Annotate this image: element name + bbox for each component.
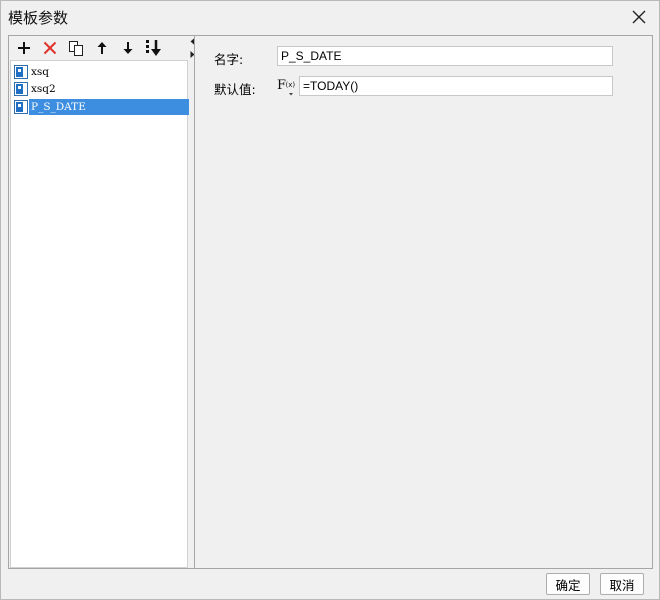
name-input[interactable]: P_S_DATE — [277, 46, 613, 66]
ok-button[interactable]: 确定 — [546, 573, 590, 595]
formula-fx-icon: F (x) — [277, 78, 296, 96]
parameter-toolbar — [9, 36, 194, 60]
x-icon — [43, 41, 57, 55]
delete-parameter-button[interactable] — [40, 38, 60, 58]
import-down-icon — [146, 40, 161, 56]
tree-item-label: P_S_DATE — [29, 98, 189, 115]
close-icon — [632, 10, 646, 24]
copy-icon — [69, 41, 83, 56]
close-button[interactable] — [625, 4, 653, 30]
dialog-title: 模板参数 — [8, 9, 69, 27]
cancel-button[interactable]: 取消 — [600, 573, 644, 595]
tree-item-xsq2[interactable]: xsq2 — [11, 80, 189, 97]
default-value-input[interactable]: =TODAY() — [299, 76, 613, 96]
parameter-tree: xsq xsq2 P_S_DATE — [10, 60, 189, 568]
parameter-detail-panel: 名字: P_S_DATE 默认值: F (x) =TODAY() — [194, 35, 653, 569]
arrow-down-icon — [123, 42, 133, 54]
import-button[interactable] — [144, 38, 164, 58]
default-value-label: 默认值: — [214, 82, 256, 97]
plus-icon — [18, 42, 30, 54]
arrow-up-icon — [97, 42, 107, 54]
formula-button[interactable]: F (x) — [277, 76, 297, 96]
move-down-button[interactable] — [118, 38, 138, 58]
parameter-icon — [14, 64, 28, 79]
title-bar: 模板参数 — [1, 1, 659, 32]
parameter-list-panel: xsq xsq2 P_S_DATE — [8, 35, 195, 569]
tree-item-label: xsq — [31, 65, 50, 78]
copy-parameter-button[interactable] — [66, 38, 86, 58]
tree-item-p-s-date[interactable]: P_S_DATE — [11, 98, 189, 115]
svg-text:(x): (x) — [286, 81, 296, 89]
name-label: 名字: — [214, 52, 244, 67]
add-parameter-button[interactable] — [14, 38, 34, 58]
move-up-button[interactable] — [92, 38, 112, 58]
template-parameters-dialog: 模板参数 xsq xsq2 P_S_DATE 名字: P_S_DATE 默认值:… — [0, 0, 660, 600]
parameter-icon — [14, 81, 28, 96]
tree-item-label: xsq2 — [31, 82, 56, 95]
parameter-icon — [14, 99, 28, 114]
tree-item-xsq[interactable]: xsq — [11, 63, 189, 80]
